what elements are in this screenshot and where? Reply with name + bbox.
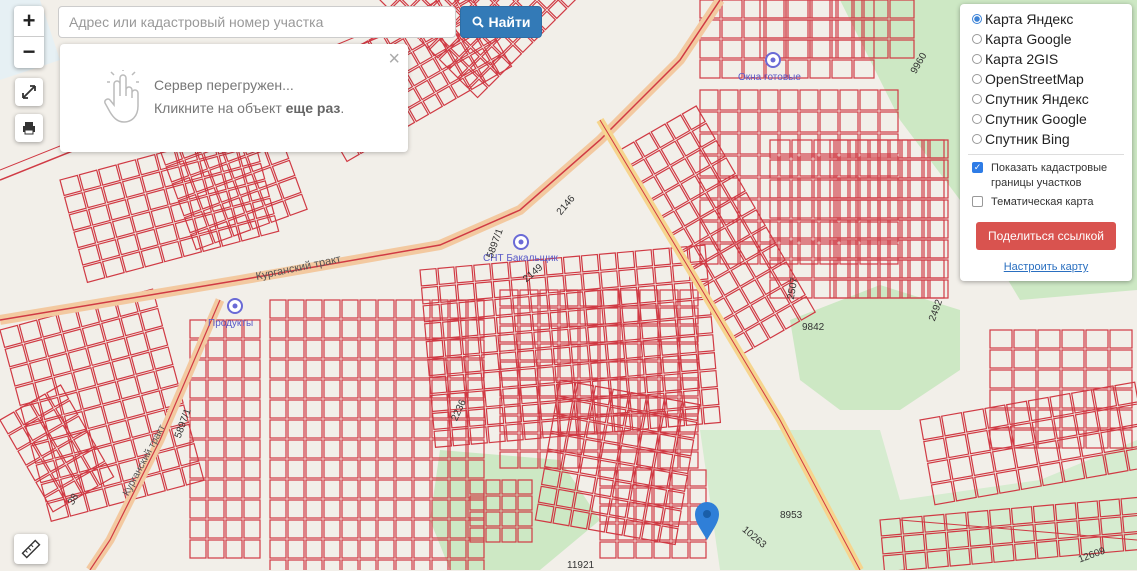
radio-icon (972, 54, 982, 64)
layer-option[interactable]: OpenStreetMap (972, 71, 1084, 87)
layer-option[interactable]: Спутник Google (972, 111, 1087, 127)
print-icon (23, 122, 35, 135)
find-button-label: Найти (488, 14, 531, 30)
zoom-control: + − (14, 6, 44, 68)
radio-icon (972, 74, 982, 84)
divider (968, 154, 1124, 155)
radio-selected-icon (972, 14, 982, 24)
popup-message: Сервер перегружен... Кликните на объект … (154, 74, 344, 120)
expand-icon (22, 85, 36, 99)
layer-option[interactable]: Спутник Bing (972, 131, 1070, 147)
popup-line-2: Кликните на объект еще раз. (154, 100, 345, 116)
popup-line-1: Сервер перегружен... (154, 77, 294, 93)
poi-produkty-label: Продукты (208, 318, 254, 329)
radio-icon (972, 114, 982, 124)
radio-icon (972, 134, 982, 144)
share-link-button[interactable]: Поделиться ссылкой (976, 222, 1116, 250)
thematic-map-checkbox[interactable]: Тематическая карта (972, 195, 1093, 210)
checkbox-icon (972, 196, 983, 207)
server-overload-popup: × Сервер перегружен... Кликните на объек… (60, 44, 408, 152)
tap-hand-icon (104, 70, 139, 123)
layers-panel: Карта Яндекс Карта Google Карта 2GIS Ope… (960, 4, 1132, 281)
find-button[interactable]: Найти (460, 6, 542, 38)
radio-icon (972, 94, 982, 104)
radio-icon (972, 34, 982, 44)
poi-produkty-icon[interactable] (227, 298, 243, 314)
ruler-icon (21, 539, 41, 559)
layer-option[interactable]: Карта 2GIS (972, 51, 1058, 67)
configure-map-link[interactable]: Настроить карту (960, 261, 1132, 273)
close-icon[interactable]: × (388, 48, 400, 71)
parcel-label: 11921 (567, 560, 595, 571)
search-icon (472, 16, 484, 28)
layer-option[interactable]: Карта Google (972, 31, 1072, 47)
parcel-label: 9842 (802, 322, 825, 333)
layer-option[interactable]: Спутник Яндекс (972, 91, 1089, 107)
poi-snt-icon[interactable] (513, 234, 529, 250)
checkbox-checked-icon: ✓ (972, 162, 983, 173)
layer-option[interactable]: Карта Яндекс (972, 11, 1073, 27)
print-button[interactable] (15, 114, 43, 142)
poi-okna-icon[interactable] (765, 52, 781, 68)
show-cadastral-checkbox[interactable]: ✓ Показать кадастровые границы участков (972, 161, 1112, 191)
zoom-in-button[interactable]: + (14, 6, 44, 36)
fullscreen-button[interactable] (15, 78, 43, 106)
parcel-label: 8953 (780, 510, 803, 521)
search-input[interactable] (58, 6, 456, 38)
poi-okna-label: Окна готовые (738, 72, 801, 83)
ruler-button[interactable] (14, 534, 48, 564)
zoom-out-button[interactable]: − (14, 36, 44, 67)
